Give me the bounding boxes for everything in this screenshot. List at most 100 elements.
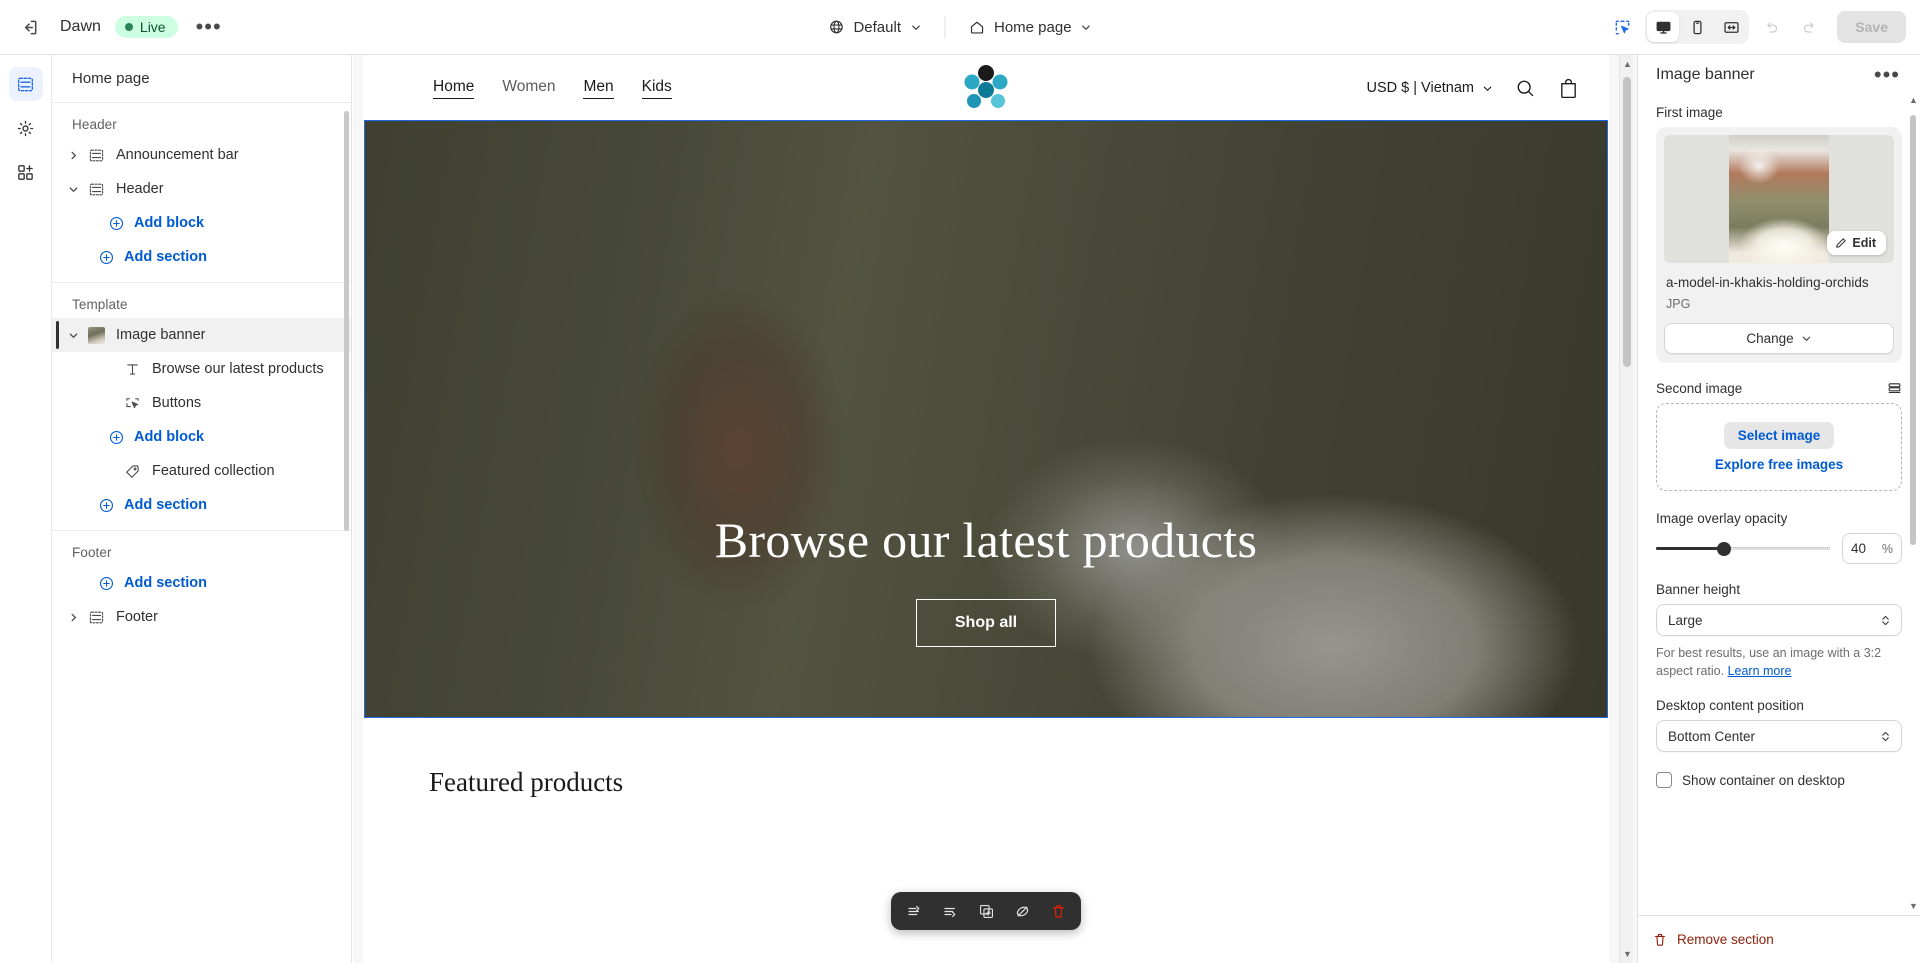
preview-scroll-thumb[interactable] xyxy=(1623,77,1631,367)
content-position-select[interactable]: Bottom Center xyxy=(1656,720,1902,753)
preview-scrollbar[interactable]: ▲ ▼ xyxy=(1619,55,1633,963)
pencil-icon xyxy=(1835,237,1847,249)
banner-height-value: Large xyxy=(1668,612,1703,628)
banner-heading[interactable]: Browse our latest products xyxy=(715,511,1257,569)
remove-section-button[interactable]: Remove section xyxy=(1677,932,1774,947)
more-horizontal-icon[interactable]: ••• xyxy=(1870,64,1904,86)
show-container-checkbox[interactable] xyxy=(1656,772,1672,789)
text-block-icon xyxy=(120,361,144,378)
content-position-value: Bottom Center xyxy=(1668,728,1756,744)
sidebar-item-featured-collection[interactable]: Featured collection xyxy=(52,454,351,488)
sidebar-scrollbar[interactable] xyxy=(344,111,349,531)
show-container-row[interactable]: Show container on desktop xyxy=(1656,772,1902,789)
second-image-label-row: Second image xyxy=(1656,381,1902,396)
slider-handle[interactable] xyxy=(1716,541,1731,556)
banner-height-select[interactable]: Large xyxy=(1656,604,1902,636)
sidebar-group-title: Template xyxy=(72,297,128,312)
move-down-icon[interactable] xyxy=(933,896,967,926)
delete-icon[interactable] xyxy=(1041,896,1075,926)
sidebar-item-buttons[interactable]: Buttons xyxy=(52,386,351,420)
undo-icon[interactable] xyxy=(1755,11,1787,43)
overlay-opacity-row: 40 % xyxy=(1656,533,1902,564)
add-link[interactable]: Add block xyxy=(108,215,204,232)
brand-dots-logo xyxy=(957,63,1015,115)
select-image-button[interactable]: Select image xyxy=(1723,422,1835,449)
desktop-icon[interactable] xyxy=(1647,12,1680,42)
add-link[interactable]: Add section xyxy=(98,575,207,592)
second-image-label: Second image xyxy=(1656,381,1743,396)
chevron-down-icon[interactable] xyxy=(62,330,84,341)
sidebar-item-add-section[interactable]: Add section xyxy=(52,240,351,274)
inspector-cursor-icon[interactable] xyxy=(1605,10,1639,44)
move-up-icon[interactable] xyxy=(897,896,931,926)
inspector-footer: Remove section xyxy=(1638,915,1920,963)
change-image-button[interactable]: Change xyxy=(1664,323,1894,354)
collection-icon xyxy=(120,463,144,480)
left-rail xyxy=(0,55,52,963)
nav-link-women[interactable]: Women xyxy=(502,78,555,98)
add-link[interactable]: Add section xyxy=(98,497,207,514)
overlay-opacity-slider[interactable] xyxy=(1656,541,1830,557)
sidebar-header: Home page xyxy=(52,55,351,103)
chevron-right-icon[interactable] xyxy=(62,150,84,161)
shop-all-button[interactable]: Shop all xyxy=(915,599,1057,647)
learn-more-link[interactable]: Learn more xyxy=(1728,664,1792,678)
edit-image-button[interactable]: Edit xyxy=(1827,231,1886,255)
settings-gear-icon[interactable] xyxy=(9,111,43,145)
apps-icon[interactable] xyxy=(9,155,43,189)
plus-circle-icon xyxy=(98,249,115,266)
nav-link-home[interactable]: Home xyxy=(433,78,475,99)
currency-selector[interactable]: USD $ | Vietnam xyxy=(1367,80,1493,96)
top-bar-left: Dawn Live ••• xyxy=(0,10,226,44)
sidebar-item-header[interactable]: Header xyxy=(52,172,351,206)
scroll-up-arrow-icon[interactable]: ▲ xyxy=(1623,59,1632,69)
add-link[interactable]: Add block xyxy=(108,429,204,446)
sections-icon[interactable] xyxy=(8,67,43,101)
nav-link-kids[interactable]: Kids xyxy=(641,78,672,99)
exit-icon[interactable] xyxy=(12,10,46,44)
theme-more-menu-button[interactable]: ••• xyxy=(192,16,226,38)
save-button[interactable]: Save xyxy=(1837,11,1906,43)
add-link[interactable]: Add section xyxy=(98,249,207,266)
chevron-down-icon[interactable] xyxy=(62,184,84,195)
second-image-dropzone[interactable]: Select image Explore free images xyxy=(1656,403,1902,491)
mobile-icon[interactable] xyxy=(1681,12,1713,42)
locale-selector[interactable]: Default xyxy=(817,13,932,42)
redo-icon[interactable] xyxy=(1793,11,1825,43)
image-banner-section[interactable]: Image banner Browse our latest products … xyxy=(364,120,1608,718)
sidebar-item-add-block[interactable]: Add block xyxy=(52,420,351,454)
first-image-filetype: JPG xyxy=(1666,297,1691,311)
inspector-scroll-down-icon[interactable]: ▼ xyxy=(1909,901,1918,911)
database-icon[interactable] xyxy=(1887,381,1902,396)
sidebar-group-title: Footer xyxy=(72,545,112,560)
inspector-scrollbar[interactable]: ▲ ▼ xyxy=(1908,95,1918,911)
sidebar-item-add-section[interactable]: Add section xyxy=(52,566,351,600)
sidebar-item-add-section[interactable]: Add section xyxy=(52,488,351,522)
nav-link-men[interactable]: Men xyxy=(583,78,614,99)
inspector-scroll-up-icon[interactable]: ▲ xyxy=(1909,95,1918,105)
status-badge: Live xyxy=(114,16,178,38)
inspector-scroll-thumb[interactable] xyxy=(1910,115,1916,545)
chevron-right-icon[interactable] xyxy=(62,612,84,623)
explore-free-images-link[interactable]: Explore free images xyxy=(1715,457,1843,472)
add-link-label: Add block xyxy=(134,215,205,231)
sidebar-item-browse-our-latest-products[interactable]: Browse our latest products xyxy=(52,352,351,386)
shopping-bag-icon[interactable] xyxy=(1558,77,1579,100)
overlay-opacity-input[interactable]: 40 % xyxy=(1842,533,1902,564)
search-icon[interactable] xyxy=(1515,78,1536,99)
sidebar-item-footer[interactable]: Footer xyxy=(52,600,351,634)
section-icon xyxy=(84,147,108,164)
duplicate-icon[interactable] xyxy=(969,896,1003,926)
plus-circle-icon xyxy=(108,429,125,446)
page-value: Home page xyxy=(993,18,1072,36)
sidebar-item-image-banner[interactable]: Image banner xyxy=(52,318,351,352)
top-bar: Dawn Live ••• Default Home page Save xyxy=(0,0,1920,55)
sidebar-item-announcement-bar[interactable]: Announcement bar xyxy=(52,138,351,172)
sidebar-item-add-block[interactable]: Add block xyxy=(52,206,351,240)
full-width-icon[interactable] xyxy=(1715,12,1747,42)
page-selector[interactable]: Home page xyxy=(957,13,1103,42)
scroll-down-arrow-icon[interactable]: ▼ xyxy=(1623,949,1632,959)
overlay-opacity-value: 40 xyxy=(1851,541,1867,556)
storefront-nav-links: Home Women Men Kids xyxy=(433,78,672,99)
hide-icon[interactable] xyxy=(1005,896,1039,926)
